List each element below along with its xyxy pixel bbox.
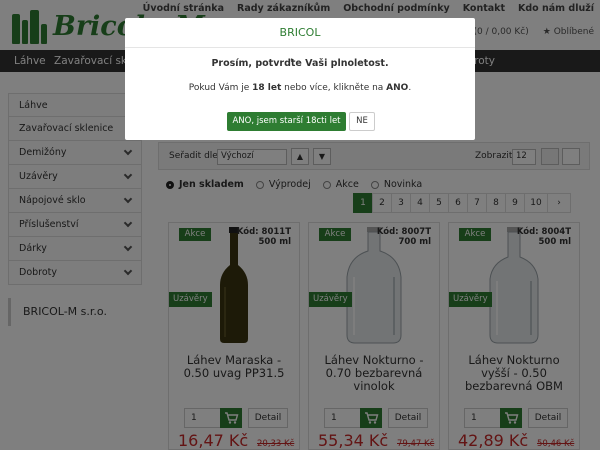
modal-text: Pokud Vám je 18 let nebo více, klikněte …: [125, 83, 475, 93]
deny-age-button[interactable]: NE: [349, 112, 375, 131]
modal-age: 18 let: [252, 83, 282, 93]
modal-yes-word: ANO: [386, 83, 409, 93]
modal-text-part: Pokud Vám je: [188, 83, 253, 93]
modal-title: BRICOL: [125, 18, 475, 48]
age-verification-modal: BRICOL Prosím, potvrďte Vaši plnoletost.…: [125, 18, 475, 140]
confirm-age-button[interactable]: ANO, jsem starší 18cti let: [227, 112, 346, 131]
modal-question: Prosím, potvrďte Vaši plnoletost.: [211, 58, 389, 69]
modal-text-part: .: [408, 83, 412, 93]
modal-text-part: nebo více, klikněte na: [281, 83, 387, 93]
